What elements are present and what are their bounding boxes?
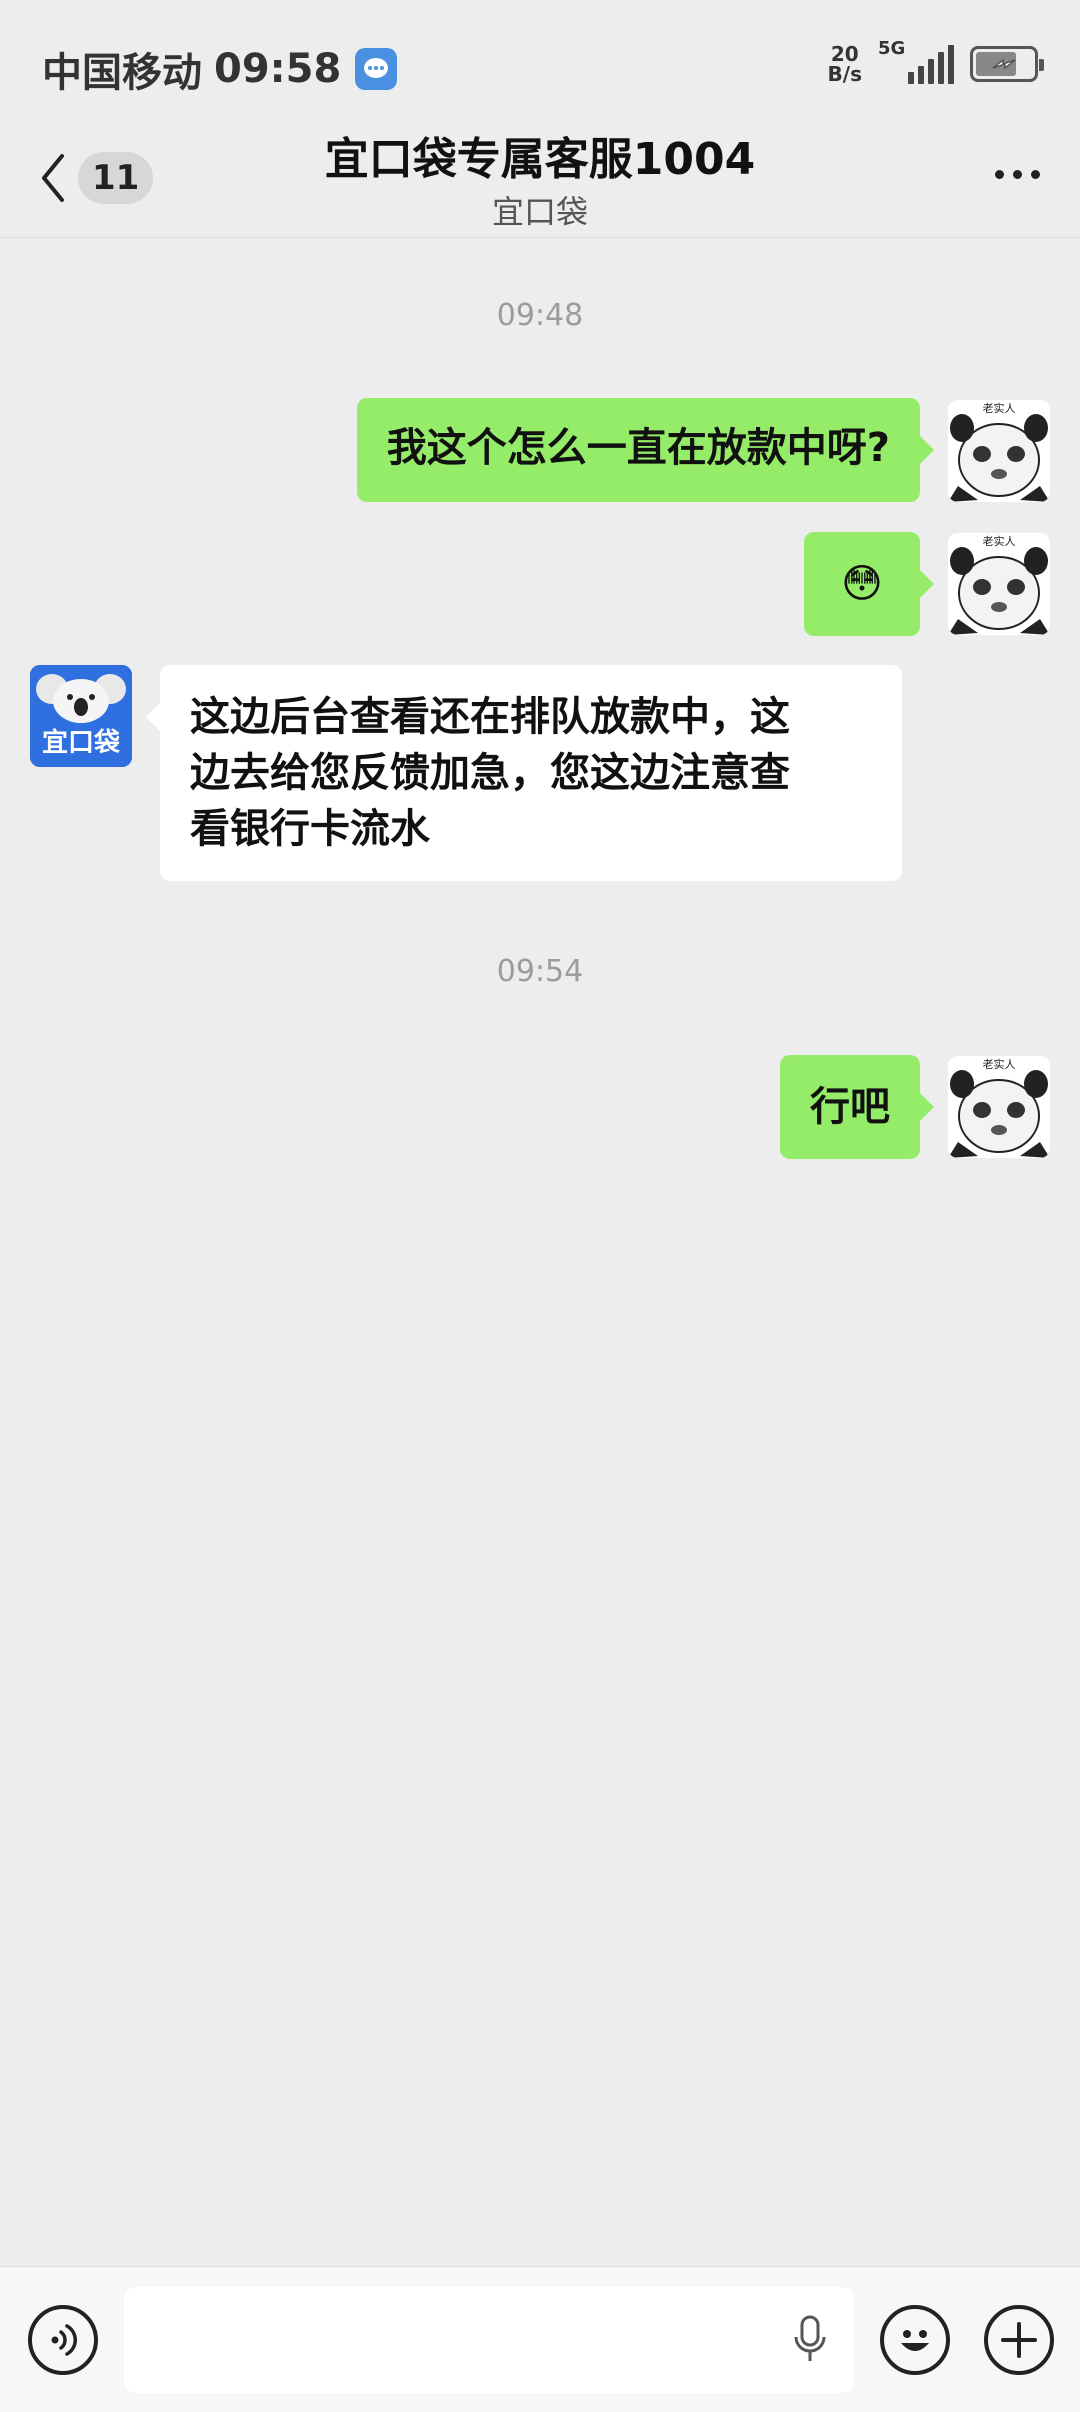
incoming-message[interactable]: 这边后台查看还在排队放款中，这 边去给您反馈加急，您这边注意查 看银行卡流水 [146, 665, 902, 881]
chat-timestamp: 09:54 [496, 954, 584, 989]
more-dot-icon [995, 170, 1004, 179]
voice-wave-icon [51, 2324, 77, 2356]
status-right: 20 B/s 5G [827, 38, 1044, 86]
user-avatar[interactable]: 老实人 [948, 533, 1050, 635]
voice-mode-button[interactable] [28, 2305, 98, 2375]
status-time: 09:58 [214, 46, 342, 92]
status-left: 中国移动 09:58 [42, 40, 398, 98]
battery-icon [970, 46, 1044, 82]
service-avatar[interactable]: 宜口袋 [30, 665, 132, 767]
flushed-face-icon: 😳 [841, 561, 883, 607]
outgoing-message[interactable]: 我这个怎么一直在放款中呀? [356, 398, 935, 502]
more-options-button[interactable] [986, 170, 1040, 179]
chat-timestamp: 09:48 [496, 298, 584, 333]
network-speed: 20 B/s [827, 42, 862, 86]
message-input[interactable] [124, 2287, 854, 2393]
message-notification-icon [355, 48, 398, 90]
plus-icon [1001, 2322, 1037, 2358]
outgoing-emoji-message[interactable]: 😳 [804, 532, 934, 636]
signal-icon: 5G [878, 38, 954, 84]
svg-text:宜口袋: 宜口袋 [42, 727, 121, 758]
outgoing-message[interactable]: 行吧 [780, 1055, 934, 1159]
chat-header: 11 宜口袋专属客服1004 宜口袋 [0, 130, 1080, 238]
svg-text:老实人: 老实人 [983, 401, 1016, 415]
more-functions-button[interactable] [984, 2305, 1054, 2375]
status-bar: 中国移动 09:58 20 B/s 5G [0, 0, 1080, 130]
svg-text:老实人: 老实人 [983, 534, 1016, 548]
input-bar [0, 2266, 1080, 2412]
chat-title: 宜口袋专属客服1004 [324, 134, 756, 185]
emoji-button[interactable] [880, 2305, 950, 2375]
more-dot-icon [1031, 170, 1040, 179]
svg-text:老实人: 老实人 [983, 1057, 1016, 1071]
smiley-icon [901, 2330, 929, 2351]
user-avatar[interactable]: 老实人 [948, 1056, 1050, 1158]
chat-title-block: 宜口袋专属客服1004 宜口袋 [0, 130, 1080, 232]
more-dot-icon [1013, 170, 1022, 179]
user-avatar[interactable]: 老实人 [948, 400, 1050, 502]
carrier-name: 中国移动 [42, 50, 202, 96]
chat-subtitle: 宜口袋 [491, 193, 588, 231]
microphone-icon[interactable] [790, 2315, 830, 2365]
